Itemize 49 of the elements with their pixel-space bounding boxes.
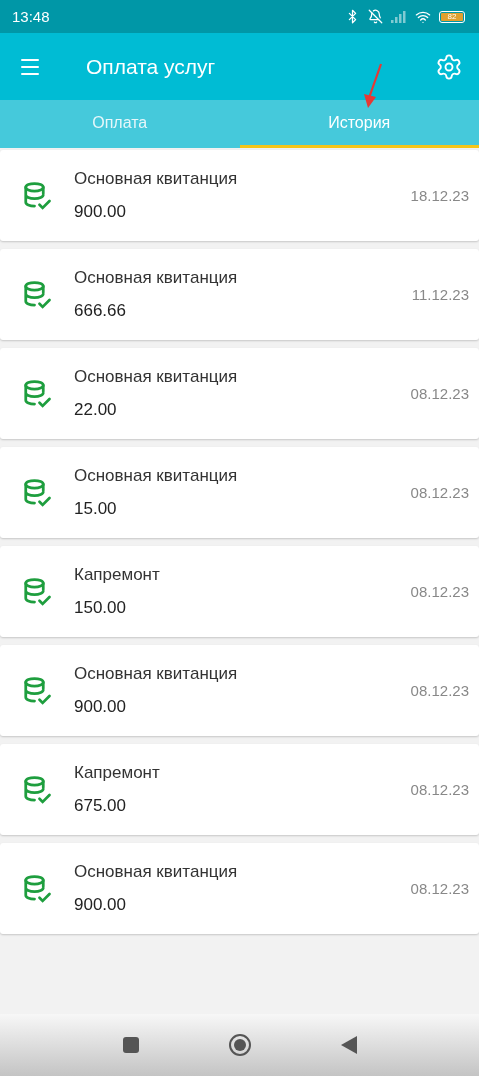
database-check-icon — [22, 675, 52, 706]
payment-card[interactable]: Основная квитанция 22.00 08.12.23 — [0, 348, 479, 439]
signal-icon — [391, 10, 407, 23]
payment-date: 08.12.23 — [410, 880, 469, 897]
payment-date: 18.12.23 — [410, 187, 469, 204]
back-icon[interactable] — [339, 1035, 358, 1055]
payment-amount: 150.00 — [74, 598, 127, 618]
payment-amount: 22.00 — [74, 400, 118, 420]
payment-date: 08.12.23 — [410, 781, 469, 798]
payment-card[interactable]: Капремонт 150.00 08.12.23 — [0, 546, 479, 637]
app-title: Оплата услуг — [86, 54, 217, 79]
payment-name: Основная квитанция — [74, 268, 239, 288]
payment-card[interactable]: Капремонт 675.00 08.12.23 — [0, 744, 479, 835]
payment-name: Капремонт — [74, 565, 161, 585]
payment-card[interactable]: Основная квитанция 666.66 11.12.23 — [0, 249, 479, 340]
database-check-icon — [22, 873, 52, 904]
payment-name: Основная квитанция — [74, 169, 239, 189]
battery-icon: 82 — [439, 10, 465, 23]
payment-name: Капремонт — [74, 763, 161, 783]
payment-name: Основная квитанция — [74, 664, 239, 684]
payment-date: 08.12.23 — [410, 682, 469, 699]
database-check-icon — [22, 477, 52, 508]
payment-card[interactable]: Основная квитанция 900.00 18.12.23 — [0, 150, 479, 241]
payment-card[interactable]: Основная квитанция 900.00 08.12.23 — [0, 645, 479, 736]
payment-amount: 675.00 — [74, 796, 127, 816]
database-check-icon — [22, 378, 52, 409]
payment-name: Основная квитанция — [74, 367, 239, 387]
payment-name: Основная квитанция — [74, 466, 239, 486]
payment-date: 08.12.23 — [410, 583, 469, 600]
database-check-icon — [22, 576, 52, 607]
payment-amount: 900.00 — [74, 895, 127, 915]
payment-amount: 900.00 — [74, 202, 127, 222]
payment-date: 08.12.23 — [410, 484, 469, 501]
muted-bell-icon — [368, 9, 383, 24]
payment-card[interactable]: Основная квитанция 15.00 08.12.23 — [0, 447, 479, 538]
database-check-icon — [22, 180, 52, 211]
payment-name: Основная квитанция — [74, 862, 239, 882]
home-icon[interactable] — [227, 1033, 252, 1057]
payment-card[interactable]: Основная квитанция 900.00 08.12.23 — [0, 843, 479, 934]
payment-date: 08.12.23 — [410, 385, 469, 402]
payment-amount: 15.00 — [74, 499, 118, 519]
database-check-icon — [22, 774, 52, 805]
status-time: 13:48 — [12, 8, 50, 25]
recent-apps-icon[interactable] — [121, 1036, 140, 1054]
payment-date: 11.12.23 — [411, 286, 469, 303]
payment-amount: 666.66 — [74, 301, 127, 321]
database-check-icon — [22, 279, 52, 310]
payment-amount: 900.00 — [74, 697, 127, 717]
annotation-arrow — [362, 62, 384, 110]
